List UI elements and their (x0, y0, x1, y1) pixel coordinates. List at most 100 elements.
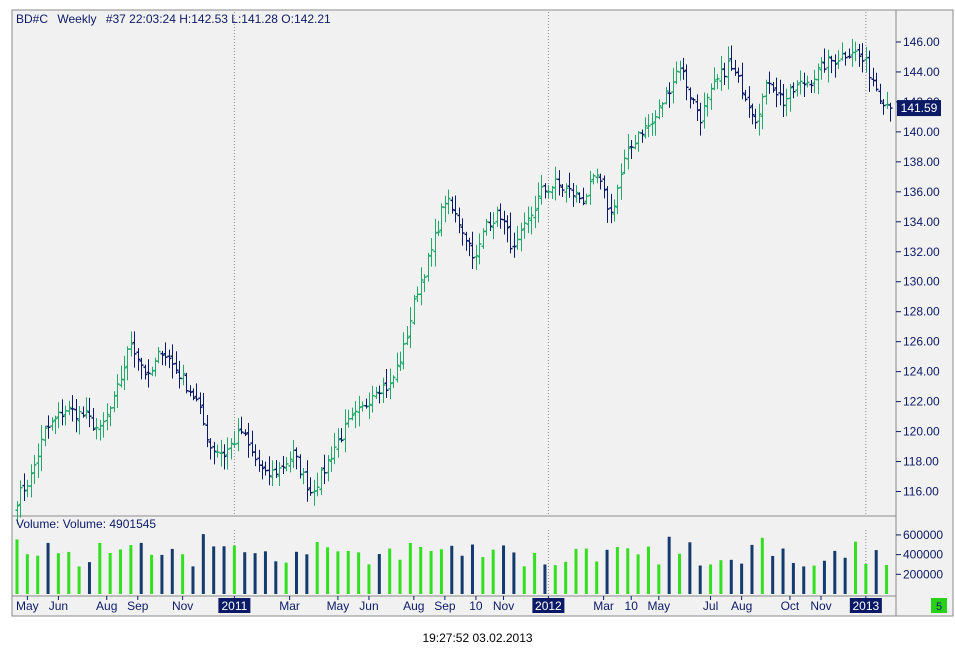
price-tick-label: 118.00 (903, 455, 939, 469)
volume-bar (491, 549, 495, 594)
volume-tick-label: 400000 (903, 548, 943, 562)
volume-bar (688, 542, 692, 594)
time-tick-label: Aug (731, 599, 752, 613)
volume-bar (305, 554, 309, 594)
volume-bar (160, 554, 164, 594)
time-tick-label: 2011 (221, 599, 247, 613)
volume-bar (274, 561, 278, 594)
volume-title: Volume: Volume: 4901545 (16, 517, 156, 531)
volume-bar (564, 561, 568, 594)
last-price-marker: 141.59 (897, 100, 941, 117)
time-tick-label: Sep (434, 599, 456, 613)
volume-bar (864, 564, 868, 594)
chart-header: BD#C Weekly #37 22:03:24 H:142.53 L:141.… (16, 12, 331, 26)
price-panel (11, 9, 897, 517)
volume-bar (56, 553, 60, 594)
volume-bar (729, 559, 733, 594)
time-tick-label: Aug (403, 599, 424, 613)
volume-bar (771, 555, 775, 594)
footer-timestamp: 19:27:52 03.02.2013 (422, 631, 533, 645)
time-tick-label: Oct (781, 599, 800, 613)
volume-bar (367, 564, 371, 594)
volume-bar (605, 549, 609, 594)
volume-bar (25, 554, 29, 594)
period-label: Weekly (57, 12, 96, 26)
time-tick-label: Jun (359, 599, 378, 613)
time-tick-label: 2013 (852, 599, 879, 613)
volume-bar (719, 560, 723, 594)
volume-bar (388, 548, 392, 594)
volume-bar (481, 557, 485, 594)
volume-bar (740, 563, 744, 594)
volume-bar (657, 564, 661, 594)
volume-bar (450, 545, 454, 594)
volume-bar (802, 566, 806, 594)
volume-bar (512, 552, 516, 594)
volume-bar (67, 551, 71, 594)
volume-bar (885, 565, 889, 594)
volume-bar (678, 553, 682, 594)
volume-bar (222, 546, 226, 594)
volume-bar (833, 550, 837, 594)
volume-ticks: 200000 400000 600000 (896, 528, 943, 581)
price-tick-label: 122.00 (903, 395, 940, 409)
price-tick-label: 126.00 (903, 335, 940, 349)
volume-bar (791, 562, 795, 594)
price-tick-label: 130.00 (903, 275, 940, 289)
volume-bar (191, 566, 195, 594)
price-tick-label: 138.00 (903, 155, 940, 169)
volume-bar (709, 564, 713, 594)
volume-bar (201, 534, 205, 594)
time-tick-label: Nov (810, 599, 831, 613)
price-volume-chart: 116.00 118.00 120.00 122.00 124.00 126.00 128.… (11, 9, 954, 617)
volume-bar (170, 548, 174, 594)
volume-bar (87, 562, 91, 594)
volume-bar (698, 565, 702, 594)
time-tick-label: Nov (172, 599, 193, 613)
time-tick-label: May (16, 599, 39, 613)
volume-bar (408, 542, 412, 594)
price-tick-label: 144.00 (903, 65, 940, 79)
time-tick-label: 10 (625, 599, 639, 613)
volume-bar (398, 559, 402, 594)
volume-bar (646, 546, 650, 594)
volume-bar (336, 551, 340, 594)
time-tick-label: Mar (279, 599, 300, 613)
volume-bar (750, 544, 754, 594)
price-tick-label: 128.00 (903, 305, 940, 319)
volume-bar (584, 548, 588, 594)
time-tick-label: Aug (96, 599, 117, 613)
volume-bar (98, 542, 102, 594)
volume-bar (232, 545, 236, 594)
volume-bar (315, 541, 319, 594)
volume-bar (874, 550, 878, 594)
price-tick-label: 132.00 (903, 245, 940, 259)
price-tick-label: 140.00 (903, 125, 940, 139)
volume-tick-label: 600000 (903, 528, 943, 542)
volume-bar (243, 552, 247, 594)
volume-bar (263, 551, 267, 594)
time-tick-label: May (647, 599, 670, 613)
volume-bar (595, 561, 599, 594)
volume-bar (843, 557, 847, 594)
volume-bar (284, 562, 288, 594)
volume-bar (502, 545, 506, 594)
time-tick-label: 2012 (535, 599, 562, 613)
time-tick-label: Nov (493, 599, 514, 613)
volume-bar (326, 547, 330, 594)
volume-bar (760, 537, 764, 594)
volume-bar (636, 554, 640, 594)
volume-bar (853, 541, 857, 594)
volume-bar (119, 549, 123, 594)
volume-bar (36, 555, 40, 594)
time-labels: May Jun Aug Sep Nov 2011 Mar May Jun Aug Sep 10 Nov 2… (16, 596, 882, 613)
volume-bar (108, 553, 112, 594)
volume-bar (626, 548, 630, 594)
time-tick-label: 10 (469, 599, 483, 613)
price-tick-label: 134.00 (903, 215, 940, 229)
time-tick-label: Jul (703, 599, 718, 613)
volume-bar (357, 552, 361, 594)
last-price-label: 141.59 (901, 101, 938, 115)
volume-tick-label: 200000 (903, 567, 943, 581)
volume-bar (346, 550, 350, 594)
